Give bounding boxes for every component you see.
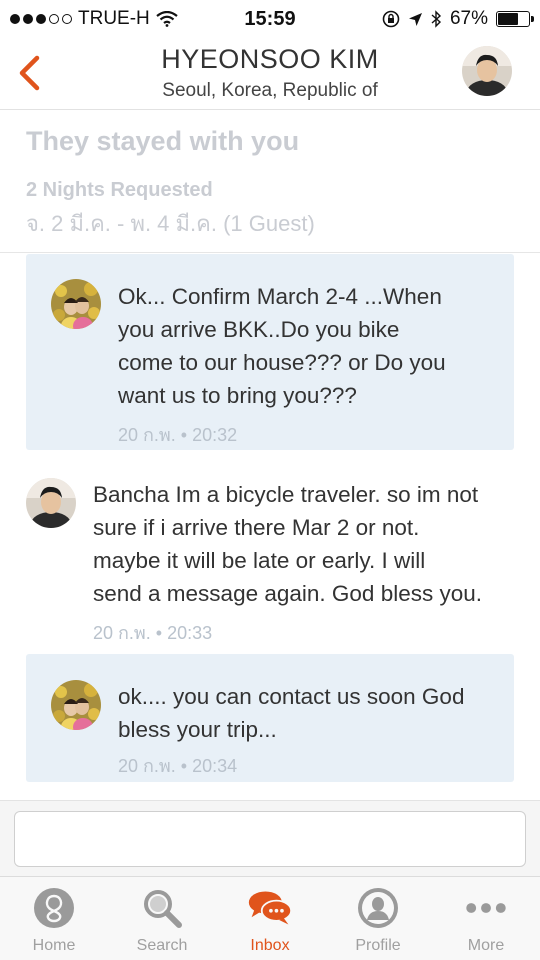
divider [0, 252, 540, 253]
tab-label: Home [32, 937, 76, 954]
tab-inbox[interactable]: Inbox [216, 877, 324, 960]
tab-label: Profile [355, 937, 401, 954]
tab-home[interactable]: Home [0, 877, 108, 960]
message-timestamp: 20 ก.พ. • 20:33 [93, 623, 213, 643]
bluetooth-icon [431, 10, 441, 28]
host-avatar[interactable] [51, 680, 101, 730]
carrier-name: TRUE-H [78, 8, 150, 29]
message-input[interactable] [14, 811, 526, 867]
contact-name: HYEONSOO KIM [161, 44, 379, 74]
signal-strength-icon [10, 14, 72, 24]
more-icon [466, 903, 506, 913]
stay-summary: They stayed with you 2 Nights Requested … [26, 126, 516, 241]
nights-requested: 2 Nights Requested [26, 179, 213, 201]
stay-dates: จ. 2 มี.ค. - พ. 4 มี.ค. (1 Guest) [26, 211, 315, 236]
compose-bar [0, 800, 540, 876]
message-bubble: Ok... Confirm March 2-4 ...When you arri… [26, 254, 514, 450]
tab-more[interactable]: More [432, 877, 540, 960]
stay-status-title: They stayed with you [26, 126, 300, 156]
search-icon [144, 890, 182, 928]
message-timestamp: 20 ก.พ. • 20:32 [118, 425, 238, 445]
rotation-lock-icon [382, 10, 400, 28]
battery-percentage: 67% [449, 8, 488, 29]
tab-label: Inbox [250, 937, 290, 954]
host-avatar[interactable] [51, 279, 101, 329]
tab-search[interactable]: Search [108, 877, 216, 960]
tab-profile[interactable]: Profile [324, 877, 432, 960]
message-bubble: Bancha Im a bicycle traveler. so im not … [26, 476, 514, 646]
location-arrow-icon [408, 12, 422, 26]
message-text: ok.... you can contact us soon God bless… [118, 684, 465, 742]
guest-avatar[interactable] [26, 478, 76, 528]
status-bar: TRUE-H 15:59 67% [0, 0, 540, 38]
message-text: Ok... Confirm March 2-4 ...When you arri… [118, 284, 446, 408]
contact-location: Seoul, Korea, Republic of [162, 80, 378, 101]
clock: 15:59 [244, 7, 296, 30]
contact-avatar[interactable] [462, 46, 512, 96]
message-timestamp: 20 ก.พ. • 20:34 [118, 756, 238, 776]
conversation-header: HYEONSOO KIM Seoul, Korea, Republic of [0, 38, 540, 110]
battery-icon [496, 11, 534, 27]
wifi-icon [156, 11, 178, 27]
inbox-icon [248, 891, 293, 925]
message-bubble: ok.... you can contact us soon God bless… [26, 654, 514, 782]
message-text: Bancha Im a bicycle traveler. so im not … [93, 482, 482, 606]
tab-label: Search [136, 937, 188, 954]
tab-label: More [467, 937, 505, 954]
home-icon [34, 888, 74, 928]
profile-icon [358, 888, 398, 928]
tab-bar: Home Search Inbox Profile More [0, 876, 540, 960]
